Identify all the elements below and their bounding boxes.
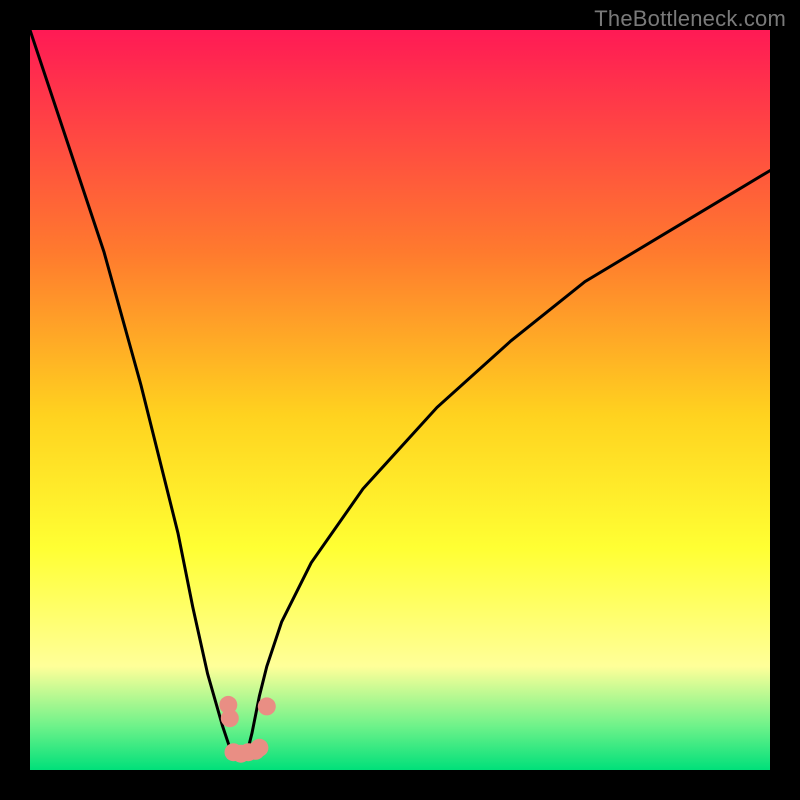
watermark-text: TheBottleneck.com	[594, 6, 786, 32]
gradient-background	[30, 30, 770, 770]
chart-frame: TheBottleneck.com	[0, 0, 800, 800]
marker-point	[250, 739, 268, 757]
marker-point	[221, 709, 239, 727]
plot-area	[30, 30, 770, 770]
marker-point	[258, 697, 276, 715]
bottleneck-chart	[30, 30, 770, 770]
